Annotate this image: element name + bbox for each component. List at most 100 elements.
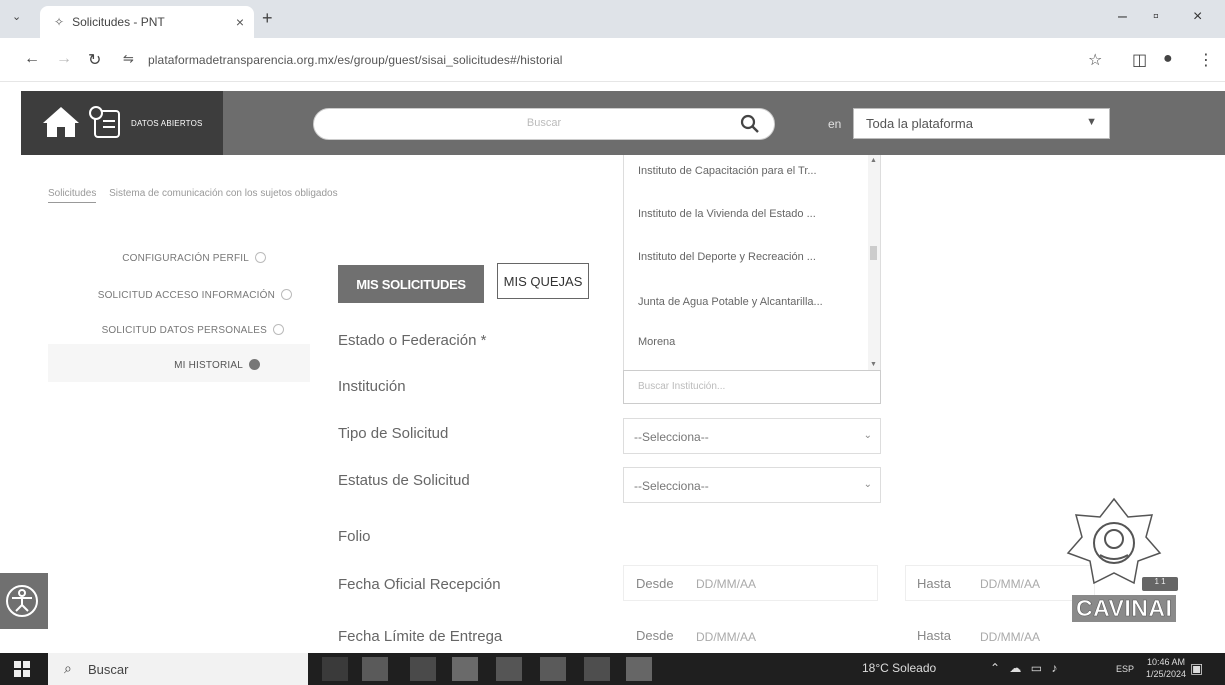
dropdown-option[interactable]: Junta de Agua Potable y Alcantarilla...	[638, 296, 823, 308]
home-icon[interactable]	[41, 105, 81, 139]
fecha-oficial-label: Fecha Oficial Recepción	[338, 576, 501, 593]
tab-title: Solicitudes - PNT	[72, 15, 165, 29]
scroll-up-icon[interactable]: ▲	[870, 157, 877, 164]
circle-icon	[255, 252, 266, 263]
outlook-icon[interactable]	[584, 657, 610, 681]
browser-tab[interactable]: ✧ Solicitudes - PNT ×	[40, 6, 254, 38]
close-tab-icon[interactable]: ×	[236, 14, 244, 30]
notification-icon[interactable]: ▣	[1190, 660, 1203, 677]
favicon-icon: ✧	[54, 15, 65, 29]
search-icon: ⌕	[64, 660, 72, 676]
bookmark-star-icon[interactable]: ☆	[1088, 50, 1102, 70]
dropdown-option[interactable]: Instituto de Capacitación para el Tr...	[638, 165, 817, 177]
date-placeholder: DD/MM/AA	[980, 577, 1040, 591]
menu-icon[interactable]: ⋮	[1198, 50, 1214, 70]
brand-label: DATOS ABIERTOS	[131, 119, 203, 128]
word-icon[interactable]	[496, 657, 522, 681]
taskview-icon[interactable]	[322, 657, 348, 681]
tab-solicitudes[interactable]: Solicitudes	[48, 188, 97, 203]
date-placeholder[interactable]: DD/MM/AA	[696, 630, 756, 644]
forward-icon[interactable]: →	[56, 50, 72, 68]
tab-list-icon[interactable]: ⌄	[12, 10, 21, 23]
scrollbar-thumb[interactable]	[870, 246, 877, 260]
tipo-value: --Selecciona--	[634, 430, 709, 444]
breadcrumb: Solicitudes Sistema de comunicación con …	[48, 188, 348, 203]
tipo-select[interactable]: --Selecciona-- ⌄	[623, 418, 881, 454]
sidebar-item-historial[interactable]: MI HISTORIAL	[0, 359, 260, 371]
sidebar-item-configuracion[interactable]: CONFIGURACIÓN PERFIL	[0, 252, 266, 264]
sidepanel-icon[interactable]: ◫	[1132, 50, 1147, 70]
mis-quejas-button[interactable]: MIS QUEJAS	[497, 263, 589, 299]
hasta-label: Hasta	[917, 576, 951, 591]
hasta-label: Hasta	[917, 628, 951, 643]
site-info-icon[interactable]: ⇋	[123, 51, 134, 67]
scope-prefix: en	[828, 117, 842, 131]
taskbar-search[interactable]	[48, 653, 308, 685]
explorer-icon[interactable]	[362, 657, 388, 681]
estado-dropdown-list[interactable]: Instituto de Capacitación para el Tr... …	[623, 155, 881, 370]
date-placeholder[interactable]: DD/MM/AA	[980, 630, 1040, 644]
accessibility-icon	[6, 585, 38, 617]
circle-filled-icon	[249, 359, 260, 370]
cavinai-badge: 1 1	[1142, 577, 1178, 591]
estatus-label: Estatus de Solicitud	[338, 472, 470, 489]
search-placeholder: Buscar	[526, 117, 562, 129]
clock-date: 1/25/2024	[1146, 669, 1187, 679]
excel-icon[interactable]	[540, 657, 566, 681]
app-icon[interactable]	[626, 657, 652, 681]
browser-tabbar: ⌄ ✧ Solicitudes - PNT × + – ▫ ×	[0, 0, 1225, 38]
document-icon[interactable]	[87, 103, 125, 141]
sidebar-item-acceso[interactable]: SOLICITUD ACCESO INFORMACIÓN	[0, 289, 292, 301]
system-tray-icon[interactable]: ⌃ ☁ ▭ ♪	[990, 661, 1060, 675]
back-icon[interactable]: ←	[24, 50, 40, 68]
restore-icon[interactable]: ▫	[1153, 8, 1159, 26]
dropdown-option[interactable]: Morena	[638, 336, 675, 348]
new-tab-icon[interactable]: +	[262, 8, 273, 29]
dropdown-option[interactable]: Instituto de la Vivienda del Estado ...	[638, 208, 816, 220]
scope-value: Toda la plataforma	[866, 116, 973, 131]
edge-icon[interactable]	[410, 657, 436, 681]
tab-comunicacion[interactable]: Sistema de comunicación con los sujetos …	[109, 188, 337, 199]
circle-icon	[273, 324, 284, 335]
institucion-label: Institución	[338, 378, 406, 395]
desde-label: Desde	[636, 628, 674, 643]
windows-icon[interactable]	[14, 661, 30, 677]
chevron-down-icon: ▼	[1086, 116, 1097, 128]
url-field[interactable]: plataformadetransparencia.org.mx/es/grou…	[148, 53, 562, 67]
profile-icon[interactable]: ●	[1163, 50, 1173, 68]
mis-solicitudes-button[interactable]: MIS SOLICITUDES	[338, 265, 484, 303]
reload-icon[interactable]: ↻	[88, 50, 101, 70]
dropdown-option[interactable]: Instituto del Deporte y Recreación ...	[638, 251, 816, 263]
chevron-down-icon: ⌄	[863, 479, 872, 490]
sidebar-item-label: SOLICITUD ACCESO INFORMACIÓN	[97, 290, 275, 301]
weather-widget[interactable]: 18°C Soleado	[862, 661, 936, 675]
clock[interactable]: 10:46 AM 1/25/2024	[1146, 656, 1186, 680]
sidebar-item-datos-personales[interactable]: SOLICITUD DATOS PERSONALES	[0, 324, 284, 336]
close-window-icon[interactable]: ×	[1193, 8, 1202, 26]
circle-icon	[281, 289, 292, 300]
sidebar-item-label: SOLICITUD DATOS PERSONALES	[101, 325, 267, 336]
dropdown-scrollbar[interactable]: ▲ ▼	[868, 155, 880, 370]
estatus-select[interactable]: --Selecciona-- ⌄	[623, 467, 881, 503]
date-placeholder: DD/MM/AA	[696, 577, 756, 591]
desde-label: Desde	[636, 576, 674, 591]
minimize-icon[interactable]: –	[1118, 8, 1127, 26]
institucion-search-input[interactable]: Buscar Institución...	[623, 370, 881, 404]
estado-label: Estado o Federación *	[338, 332, 487, 349]
sidebar-item-label: CONFIGURACIÓN PERFIL	[122, 253, 249, 264]
scroll-down-icon[interactable]: ▼	[870, 361, 877, 368]
fecha-limite-label: Fecha Límite de Entrega	[338, 628, 503, 645]
logo-block: DATOS ABIERTOS	[21, 91, 223, 155]
folio-label: Folio	[338, 528, 371, 545]
cavinai-seal-icon[interactable]	[1064, 495, 1164, 590]
search-input[interactable]: Buscar	[313, 108, 775, 140]
language-indicator[interactable]: ESP	[1116, 664, 1134, 674]
search-icon[interactable]	[740, 114, 760, 134]
sidebar-item-label: MI HISTORIAL	[174, 360, 243, 371]
clock-time: 10:46 AM	[1147, 657, 1186, 667]
accessibility-button[interactable]	[0, 573, 48, 629]
scope-select[interactable]: Toda la plataforma ▼	[853, 108, 1110, 139]
chrome-icon[interactable]	[452, 657, 478, 681]
estatus-value: --Selecciona--	[634, 479, 709, 493]
cavinai-logo[interactable]: CAVINAI	[1072, 595, 1177, 622]
